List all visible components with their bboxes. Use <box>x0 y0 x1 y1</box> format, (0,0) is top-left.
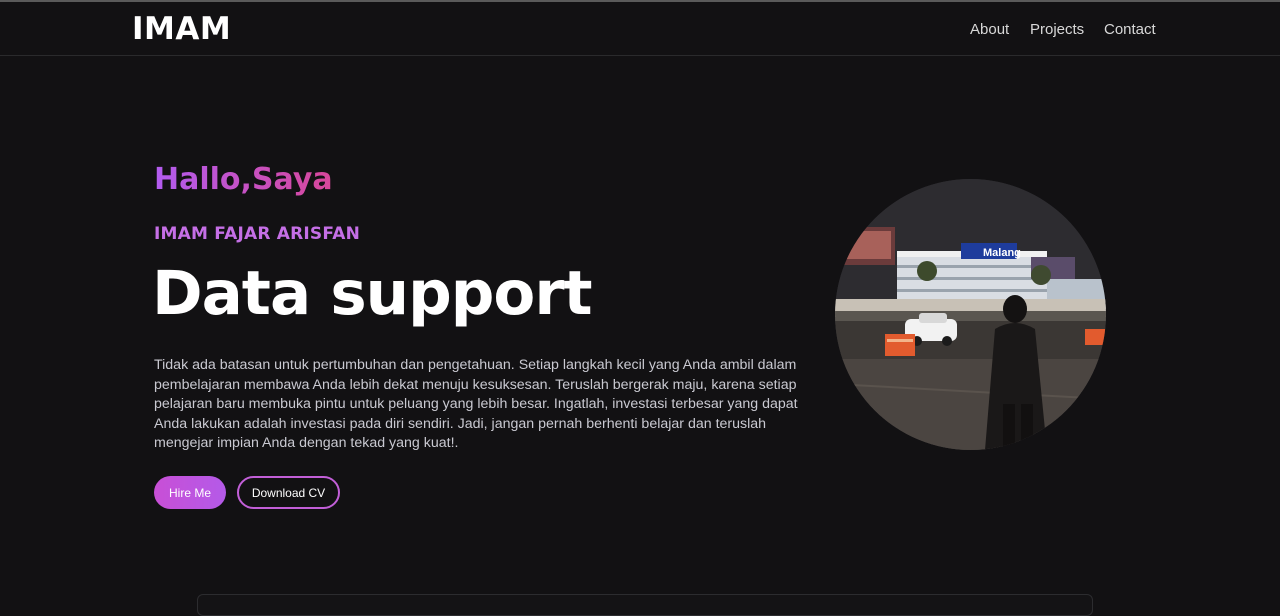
profile-photo-illustration: Malang <box>835 179 1106 450</box>
profile-photo: Malang <box>835 179 1106 450</box>
nav-projects-link[interactable]: Projects <box>1030 21 1084 38</box>
hero-greeting: Hallo,Saya <box>154 162 333 197</box>
download-cv-button[interactable]: Download CV <box>237 476 340 509</box>
next-section-card <box>197 594 1093 616</box>
hero-name: IMAM FAJAR ARISFAN <box>154 224 361 244</box>
hero-description: Tidak ada batasan untuk pertumbuhan dan … <box>154 357 798 451</box>
hero-role-title: Data support <box>152 258 593 329</box>
nav-about-link[interactable]: About <box>970 21 1009 38</box>
nav-contact-link[interactable]: Contact <box>1104 21 1156 38</box>
navbar: IMAM About Projects Contact <box>0 2 1280 56</box>
site-logo[interactable]: IMAM <box>132 11 231 47</box>
hire-me-button[interactable]: Hire Me <box>154 476 226 509</box>
photo-sign-text: Malang <box>983 247 1021 259</box>
